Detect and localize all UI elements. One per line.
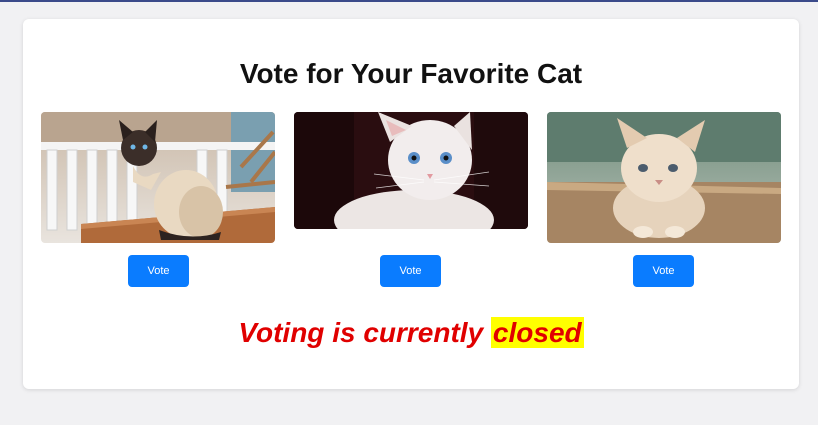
voting-status-highlight: closed (490, 317, 584, 348)
cat-photo-fluffy-kitten (547, 112, 781, 243)
vote-button-2[interactable]: Vote (380, 255, 441, 287)
page-title: Vote for Your Favorite Cat (239, 58, 583, 89)
cat-photo-white-kitten (294, 112, 528, 229)
voting-status-text: Voting is currently (238, 317, 491, 348)
cat-photo-siamese (41, 112, 275, 243)
voting-status: Voting is currently closed (23, 316, 799, 350)
vote-button-1[interactable]: Vote (128, 255, 189, 287)
vote-button-3[interactable]: Vote (633, 255, 694, 287)
vote-card: Vote for Your Favorite Cat Vote Vote Vot… (23, 19, 799, 389)
top-border (0, 0, 818, 2)
